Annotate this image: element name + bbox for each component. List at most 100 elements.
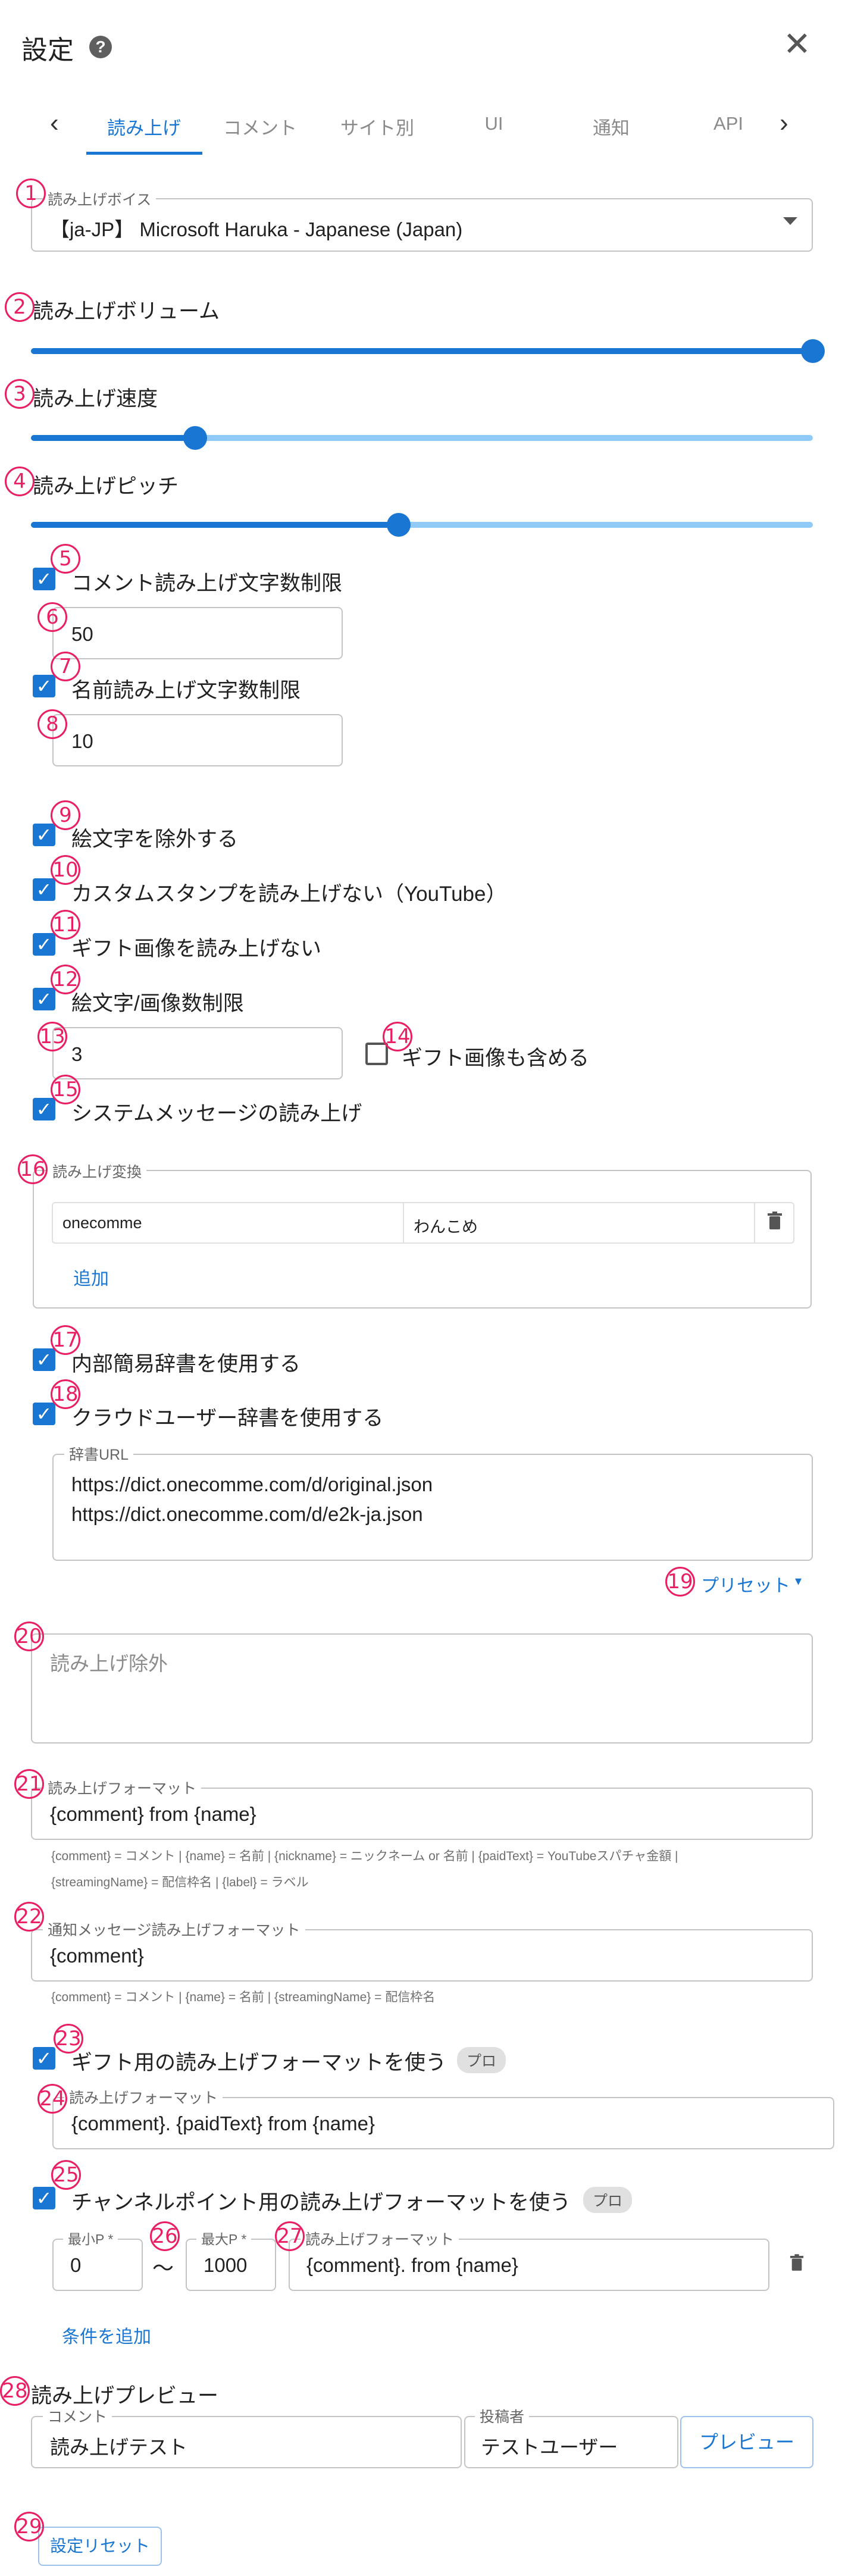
slider-fill: [31, 522, 399, 528]
name-limit-checkbox[interactable]: ✓: [33, 675, 55, 697]
name-limit-value: 10: [71, 730, 93, 752]
exclude-textarea[interactable]: 読み上げ除外: [31, 1633, 813, 1744]
add-condition-button[interactable]: 条件を追加: [62, 2322, 151, 2348]
pitch-label: 読み上げピッチ: [33, 475, 179, 498]
emoji-exclude-checkbox[interactable]: ✓: [33, 824, 55, 846]
delete-row-icon[interactable]: [767, 1212, 783, 1235]
include-gift-label: ギフト画像も含める: [402, 1047, 590, 1070]
conversion-label: 読み上げ変換: [48, 1160, 147, 1182]
preview-comment-label: コメント: [43, 2405, 112, 2427]
conversion-fieldset: onecomme わんこめ 追加: [33, 1170, 812, 1309]
format-hint-2: {streamingName} = 配信枠名 | {label} = ラベル: [51, 1876, 309, 1889]
volume-label: 読み上げボリューム: [33, 300, 220, 323]
comment-limit-label: コメント読み上げ文字数制限: [71, 572, 343, 595]
marker: 14: [383, 1022, 412, 1051]
format-value: {comment} from {name}: [50, 1803, 256, 1825]
name-limit-label: 名前読み上げ文字数制限: [71, 679, 301, 702]
tab-comment[interactable]: コメント: [209, 113, 311, 140]
tab-notify[interactable]: 通知: [561, 113, 662, 140]
marker: 2: [5, 292, 35, 322]
custom-stamp-checkbox[interactable]: ✓: [33, 878, 55, 901]
pro-badge: プロ: [583, 2187, 633, 2213]
tab-indicator: [86, 152, 202, 155]
dictionary-url-label: 辞書URL: [64, 1443, 134, 1464]
marker: 15: [51, 1075, 80, 1104]
preset-label: プリセット: [701, 1576, 790, 1596]
marker: 5: [51, 544, 80, 574]
slider-thumb[interactable]: [183, 426, 207, 450]
channel-point-format-value: {comment}. from {name}: [306, 2254, 518, 2276]
tab-yomiage[interactable]: 読み上げ: [93, 113, 195, 140]
internal-dict-label: 内部簡易辞書を使用する: [71, 1353, 301, 1376]
comment-limit-value: 50: [71, 623, 93, 645]
marker: 25: [51, 2160, 81, 2190]
slider-fill: [31, 348, 813, 354]
close-icon[interactable]: ✕: [783, 26, 811, 62]
gift-format-checkbox[interactable]: ✓: [33, 2047, 55, 2070]
dropdown-arrow-icon: [783, 217, 797, 225]
emoji-exclude-label: 絵文字を除外する: [71, 828, 239, 851]
speed-label: 読み上げ速度: [33, 387, 158, 411]
dictionary-url-textarea[interactable]: https://dict.onecomme.com/d/original.jso…: [52, 1454, 813, 1561]
format-label: 読み上げフォーマット: [43, 1777, 202, 1798]
tab-ui[interactable]: UI: [443, 113, 544, 134]
exclude-placeholder: 読み上げ除外: [50, 1652, 168, 1674]
marker: 9: [51, 800, 80, 830]
channel-point-label: チャンネルポイント用の読み上げフォーマットを使う: [71, 2191, 571, 2214]
gift-image-label: ギフト画像を読み上げない: [71, 937, 322, 960]
notify-format-label: 通知メッセージ読み上げフォーマット: [43, 1918, 305, 1940]
name-limit-input[interactable]: 10: [52, 714, 343, 766]
system-message-checkbox[interactable]: ✓: [33, 1098, 55, 1120]
delete-condition-icon[interactable]: [790, 2254, 804, 2277]
marker: 21: [14, 1769, 44, 1799]
conversion-to-value: わんこめ: [414, 1218, 478, 1236]
comment-limit-checkbox[interactable]: ✓: [33, 568, 55, 590]
emoji-image-limit-label: 絵文字/画像数制限: [71, 992, 244, 1015]
help-icon[interactable]: ?: [89, 36, 112, 58]
range-tilde: 〜: [152, 2256, 174, 2280]
cloud-dict-checkbox[interactable]: ✓: [33, 1403, 55, 1425]
gift-format-value: {comment}. {paidText} from {name}: [71, 2112, 375, 2134]
reset-button[interactable]: 設定リセット: [38, 2527, 162, 2566]
chevron-left-icon[interactable]: ‹: [50, 108, 59, 138]
marker: 13: [37, 1022, 67, 1051]
internal-dict-checkbox[interactable]: ✓: [33, 1348, 55, 1371]
tab-api[interactable]: API: [678, 113, 779, 134]
cloud-dict-label: クラウドユーザー辞書を使用する: [71, 1407, 384, 1430]
marker: 19: [665, 1567, 695, 1597]
marker: 6: [37, 602, 67, 632]
format-hint-1: {comment} = コメント | {name} = 名前 | {nickna…: [51, 1849, 678, 1863]
marker: 26: [150, 2221, 180, 2251]
marker: 20: [14, 1622, 44, 1651]
marker: 1: [16, 179, 46, 208]
notify-format-value: {comment}: [50, 1945, 144, 1967]
conversion-to-input[interactable]: わんこめ: [404, 1203, 755, 1242]
tab-site[interactable]: サイト別: [327, 113, 428, 140]
marker: 8: [37, 709, 67, 739]
conversion-from-input[interactable]: onecomme: [53, 1203, 404, 1242]
dialog-title: 設定: [21, 36, 74, 65]
marker: 7: [51, 652, 80, 681]
comment-limit-input[interactable]: 50: [52, 607, 343, 659]
marker: 4: [5, 467, 35, 496]
conversion-add-button[interactable]: 追加: [73, 1264, 109, 1290]
slider-thumb[interactable]: [801, 339, 825, 363]
slider-thumb[interactable]: [386, 513, 411, 537]
marker: 29: [14, 2512, 44, 2541]
voice-select-label: 読み上げボイス: [43, 188, 157, 209]
system-message-label: システムメッセージの読み上げ: [71, 1102, 362, 1125]
preview-button[interactable]: プレビュー: [680, 2416, 813, 2468]
marker: 18: [51, 1379, 80, 1409]
preview-poster-label: 投稿者: [475, 2405, 530, 2427]
channel-point-checkbox[interactable]: ✓: [33, 2187, 55, 2209]
emoji-image-limit-input[interactable]: 3: [52, 1027, 343, 1079]
marker: 3: [5, 379, 35, 409]
emoji-image-limit-checkbox[interactable]: ✓: [33, 988, 55, 1010]
marker: 12: [51, 965, 80, 994]
conversion-row: onecomme わんこめ: [52, 1202, 794, 1244]
gift-image-checkbox[interactable]: ✓: [33, 933, 55, 956]
chevron-right-icon[interactable]: ›: [780, 108, 788, 138]
gift-format-label: ギフト用の読み上げフォーマットを使う: [71, 2051, 447, 2074]
marker: 22: [14, 1902, 44, 1932]
pro-badge: プロ: [457, 2047, 506, 2073]
